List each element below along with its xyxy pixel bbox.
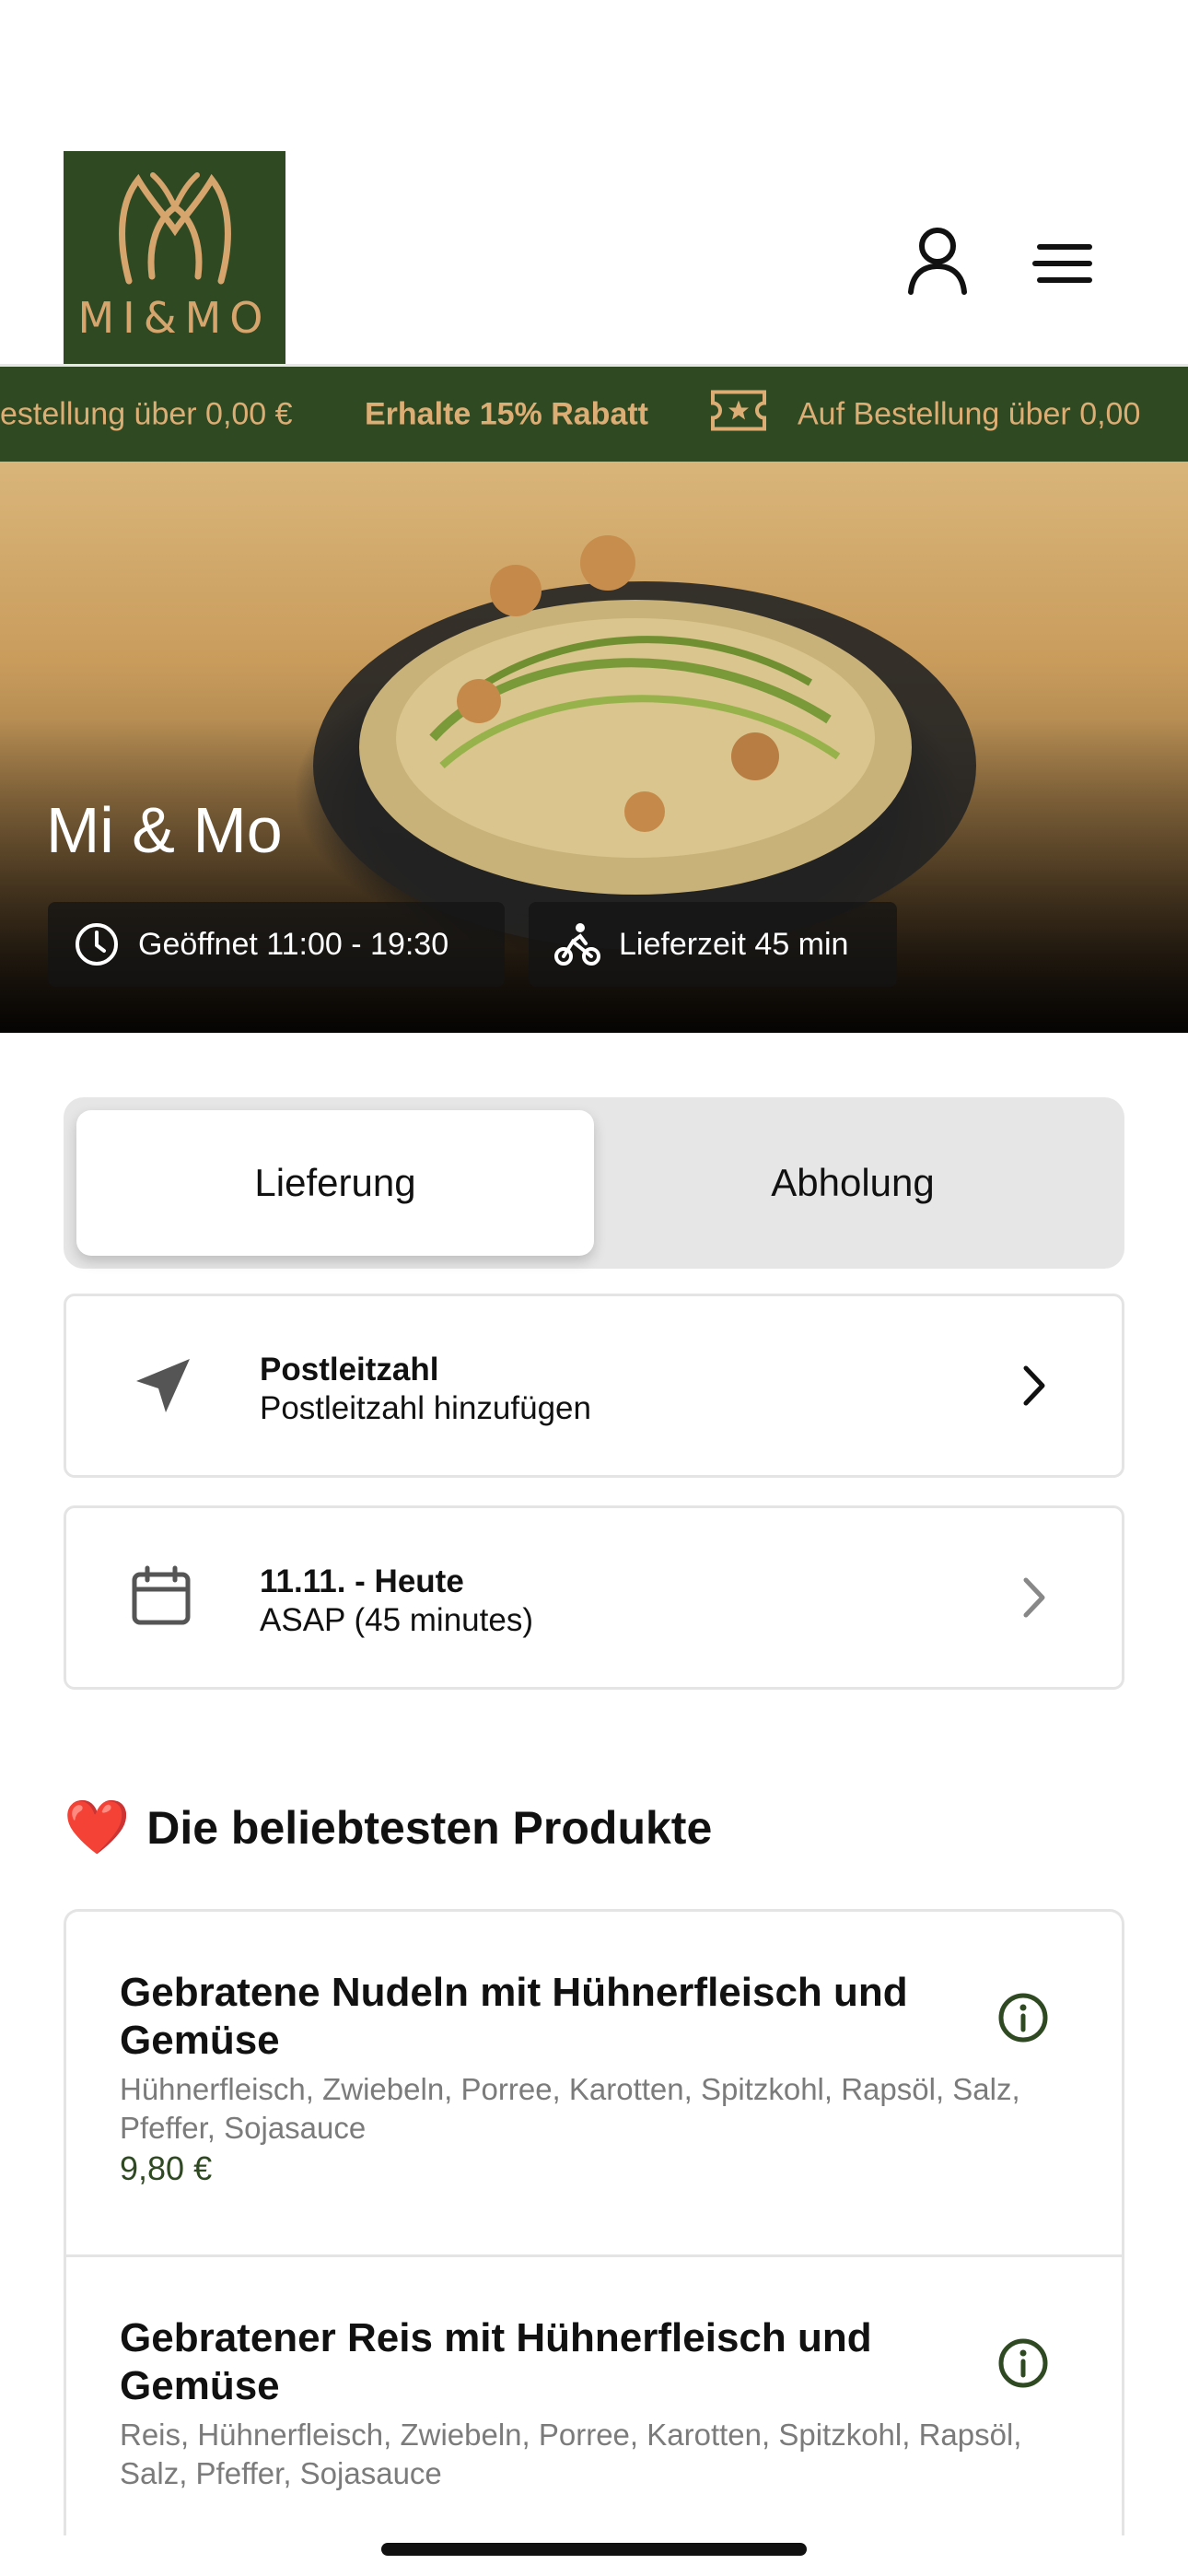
user-icon [908,228,967,295]
brand-logo[interactable]: MI&MO [64,151,285,364]
logo-text: MI&MO [77,293,272,343]
ticket-star-icon [709,388,768,440]
postcode-title: Postleitzahl [260,1352,439,1388]
promo-text-right: Auf Bestellung über 0,00 [798,396,1141,431]
promo-banner[interactable]: estellung über 0,00 € Erhalte 15% Rabatt… [0,364,1188,462]
menu-button[interactable] [1026,238,1100,289]
hamburger-menu-icon [1032,244,1092,283]
popular-products-list: Gebratene Nudeln mit Hühnerfleisch und G… [64,1909,1124,2535]
clock-icon [76,923,118,966]
calendar-icon [132,1565,191,1625]
postcode-subtitle: Postleitzahl hinzufügen [260,1390,591,1426]
heart-icon: ❤️ [64,1797,131,1857]
app-header: MI&MO [0,0,1188,364]
tab-pickup[interactable]: Abholung [594,1110,1112,1256]
tab-delivery[interactable]: Lieferung [76,1110,594,1256]
chevron-right-icon [1023,1365,1045,1406]
delivery-time-badge: Lieferzeit 45 min [529,902,897,987]
product-name: Gebratener Reis mit Hühnerfleisch und Ge… [120,2315,872,2408]
delivery-time-selector[interactable]: 11.11. - Heute ASAP (45 minutes) [64,1505,1124,1690]
product-card[interactable]: Gebratener Reis mit Hühnerfleisch und Ge… [66,2257,1122,2535]
location-arrow-icon [136,1359,190,1412]
popular-products-title: Die beliebtesten Produkte [146,1802,713,1854]
popular-products-heading: ❤️ Die beliebtesten Produkte [64,1797,712,1859]
product-description: Reis, Hühnerfleisch, Zwiebeln, Porree, K… [120,2418,1022,2490]
product-price: 9,80 € [120,2149,213,2187]
opening-hours-text: Geöffnet 11:00 - 19:30 [138,926,449,962]
schedule-time: ASAP (45 minutes) [260,1602,533,1638]
logo-mark-icon [118,172,231,285]
product-name: Gebratene Nudeln mit Hühnerfleisch und G… [120,1970,908,2063]
delivery-time-text: Lieferzeit 45 min [619,926,849,962]
account-button[interactable] [903,221,973,300]
restaurant-hero: Mi & Mo Geöffnet 11:00 - 19:30 Lieferzei… [0,462,1188,1033]
home-indicator[interactable] [381,2543,807,2556]
restaurant-name: Mi & Mo [46,794,283,866]
promo-text-left: estellung über 0,00 € [0,396,293,431]
product-description: Hühnerfleisch, Zwiebeln, Porree, Karotte… [120,2072,1020,2145]
info-icon[interactable] [996,1991,1050,2044]
product-card[interactable]: Gebratene Nudeln mit Hühnerfleisch und G… [66,1912,1122,2257]
chevron-right-icon [1023,1577,1045,1618]
info-icon[interactable] [996,2336,1050,2390]
schedule-date: 11.11. - Heute [260,1563,464,1599]
postcode-selector[interactable]: Postleitzahl Postleitzahl hinzufügen [64,1294,1124,1478]
opening-hours-badge: Geöffnet 11:00 - 19:30 [48,902,505,987]
promo-highlight: Erhalte 15% Rabatt [365,396,648,431]
bike-courier-icon [554,923,600,966]
order-mode-toggle: Lieferung Abholung [64,1097,1124,1269]
